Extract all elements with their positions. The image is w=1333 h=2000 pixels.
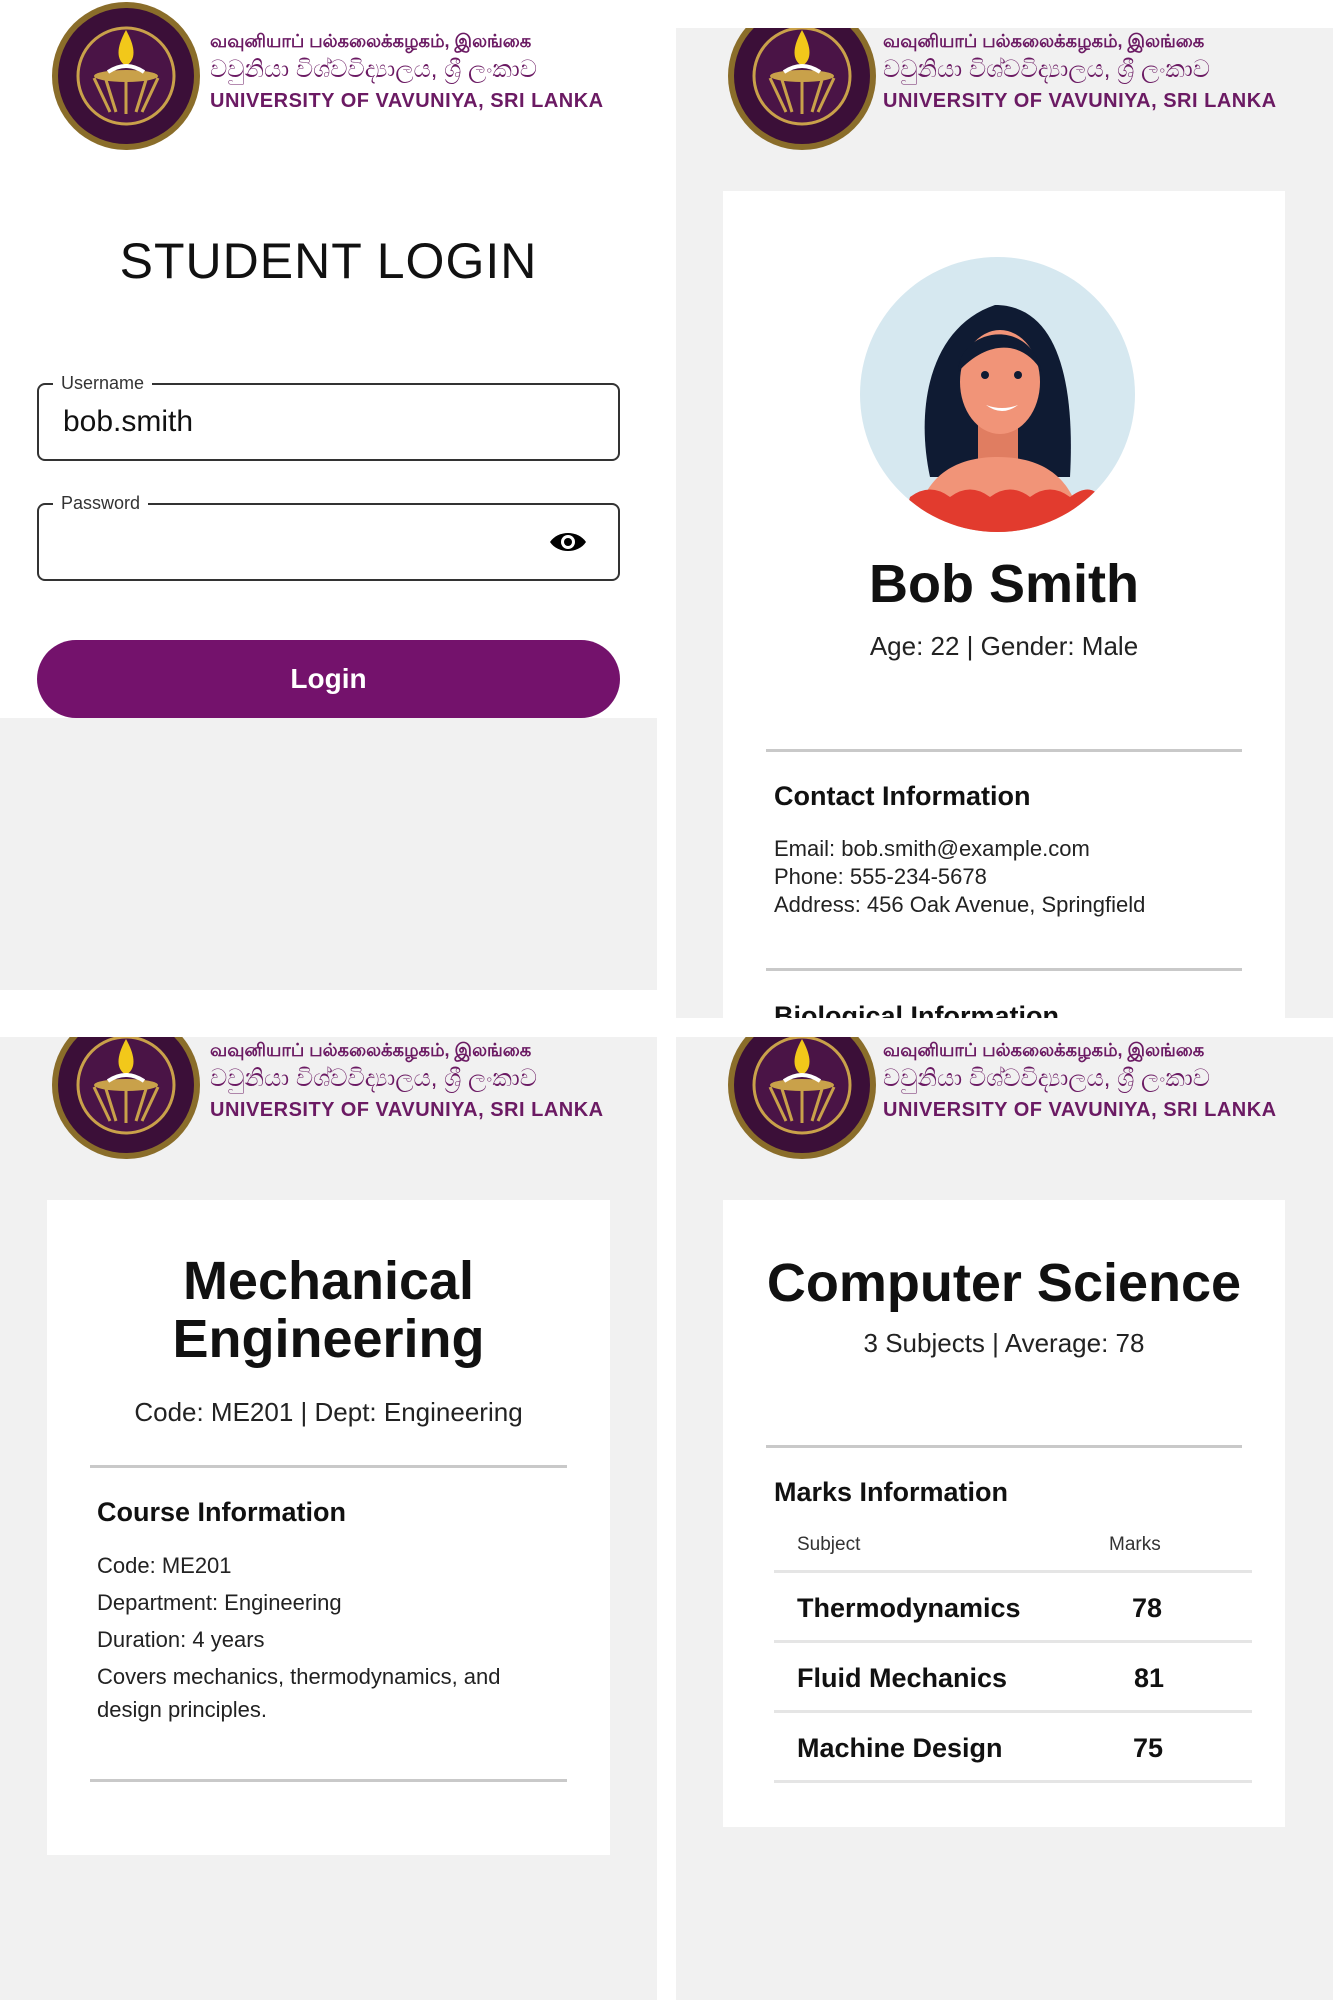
marks-card: Computer Science 3 Subjects | Average: 7… xyxy=(723,1200,1285,1827)
university-name-english: UNIVERSITY OF VAVUNIYA, SRI LANKA xyxy=(883,1099,1277,1121)
password-label: Password xyxy=(53,493,149,514)
login-button[interactable]: Login xyxy=(37,640,620,718)
course-description-line2: design principles. xyxy=(97,1697,267,1722)
course-summary: Code: ME201 | Dept: Engineering xyxy=(134,1397,523,1427)
course-department: Department: Engineering xyxy=(97,1590,342,1615)
page-title: STUDENT LOGIN xyxy=(119,233,538,289)
marks-cell: 75 xyxy=(1133,1733,1164,1763)
subject-cell: Thermodynamics xyxy=(797,1593,1021,1623)
marks-info-title: Marks Information xyxy=(774,1477,1009,1507)
university-logo xyxy=(50,0,202,152)
course-title-line2: Engineering xyxy=(172,1309,485,1369)
course-title-line1: Mechanical xyxy=(182,1251,475,1311)
university-header: வவுனியாப் பல்கலைக்கழகம், இலங்கை වවුනියා … xyxy=(676,28,1333,150)
avatar xyxy=(860,257,1135,532)
course-code: Code: ME201 xyxy=(97,1553,232,1578)
course-description-line1: Covers mechanics, thermodynamics, and xyxy=(97,1664,501,1689)
divider xyxy=(766,1445,1242,1448)
username-input[interactable] xyxy=(63,405,533,439)
table-row: Thermodynamics 78 xyxy=(774,1573,1252,1643)
course-duration: Duration: 4 years xyxy=(97,1627,265,1652)
university-name-english: UNIVERSITY OF VAVUNIYA, SRI LANKA xyxy=(210,1099,604,1121)
course-title: Mechanical Engineering xyxy=(47,1252,610,1368)
marks-table-header: Subject Marks xyxy=(774,1520,1252,1573)
contact-email: Email: bob.smith@example.com xyxy=(774,836,1090,861)
table-row: Fluid Mechanics 81 xyxy=(774,1643,1252,1713)
university-logo xyxy=(726,1037,878,1161)
profile-screen: வவுனியாப் பல்கலைக்கழகம், இலங்கை වවුනියා … xyxy=(676,28,1333,1018)
university-name: வவுனியாப் பல்கலைக்கழகம், இலங்கை වවුනියා … xyxy=(883,1037,1277,1125)
student-summary: Age: 22 | Gender: Male xyxy=(869,631,1139,661)
program-title: Computer Science xyxy=(766,1253,1242,1313)
university-name-sinhala: වවුනියා විශ්වවිද්‍යාලය, ශ්‍රී ලංකාව xyxy=(210,1065,538,1092)
course-screen: வவுனியாப் பல்கலைக்கழகம், இலங்கை වවුනියා … xyxy=(0,1037,657,2000)
university-logo xyxy=(726,28,878,152)
marks-summary: 3 Subjects | Average: 78 xyxy=(863,1328,1145,1358)
university-name-sinhala: වවුනියා විශ්වවිද්‍යාලය, ශ්‍රී ලංකාව xyxy=(883,1065,1211,1092)
marks-table: Subject Marks Thermodynamics 78 Fluid Me… xyxy=(774,1520,1252,1783)
university-logo xyxy=(50,1037,202,1161)
student-name: Bob Smith xyxy=(869,554,1139,614)
university-name: வவுனியாப் பல்கலைக்கழகம், இலங்கை වවුනියා … xyxy=(883,28,1277,116)
university-name-english: UNIVERSITY OF VAVUNIYA, SRI LANKA xyxy=(883,90,1277,112)
university-header: வவுனியாப் பல்கலைக்கழகம், இலங்கை වවුනියා … xyxy=(676,1037,1333,1187)
university-name-sinhala: වවුනියා විශ්වවිද්‍යාලය, ශ්‍රී ලංකාව xyxy=(210,56,538,83)
login-form-area: வவுனியாப் பல்கலைக்கழகம், இலங்கை වවුනියා … xyxy=(0,0,657,718)
university-name-tamil: வவுனியாப் பல்கலைக்கழகம், இலங்கை xyxy=(883,1040,1205,1060)
subject-cell: Fluid Mechanics xyxy=(797,1663,1008,1693)
university-name: வவுனியாப் பல்கலைக்கழகம், இலங்கை වවුනියා … xyxy=(210,1037,604,1125)
column-header-marks: Marks xyxy=(1109,1534,1161,1555)
biological-section-title: Biological Information xyxy=(774,1001,1060,1018)
marks-cell: 81 xyxy=(1134,1663,1165,1693)
divider xyxy=(90,1465,567,1468)
divider xyxy=(90,1779,567,1782)
marks-screen: வவுனியாப் பல்கலைக்கழகம், இலங்கை වවුනියා … xyxy=(676,1037,1333,2000)
eye-icon[interactable] xyxy=(548,529,588,555)
university-name-tamil: வவுனியாப் பல்கலைக்கழகம், இலங்கை xyxy=(210,1040,532,1060)
divider xyxy=(766,749,1242,752)
profile-card: Bob Smith Age: 22 | Gender: Male Contact… xyxy=(723,191,1285,1018)
divider xyxy=(766,968,1242,971)
course-card: Mechanical Engineering Code: ME201 | Dep… xyxy=(47,1200,610,1855)
contact-phone: Phone: 555-234-5678 xyxy=(774,864,987,889)
username-field[interactable]: Username xyxy=(37,373,620,461)
university-name-tamil: வவுனியாப் பல்கலைக்கழகம், இலங்கை xyxy=(210,31,532,51)
marks-cell: 78 xyxy=(1132,1593,1163,1623)
column-header-subject: Subject xyxy=(797,1534,861,1555)
university-name-english: UNIVERSITY OF VAVUNIYA, SRI LANKA xyxy=(210,90,604,112)
university-header: வவுனியாப் பல்கலைக்கழகம், இலங்கை වවුනියා … xyxy=(0,1037,657,1187)
university-name-sinhala: වවුනියා විශ්වවිද්‍යාලය, ශ්‍රී ලංකාව xyxy=(883,56,1211,83)
university-name-tamil: வவுனியாப் பல்கலைக்கழகம், இலங்கை xyxy=(883,31,1205,51)
subject-cell: Machine Design xyxy=(797,1733,1003,1763)
username-label: Username xyxy=(53,373,153,394)
table-row: Machine Design 75 xyxy=(774,1713,1252,1783)
contact-address: Address: 456 Oak Avenue, Springfield xyxy=(774,892,1146,917)
university-header: வவுனியாப் பல்கலைக்கழகம், இலங்கை වවුනියා … xyxy=(0,0,657,150)
login-screen: வவுனியாப் பல்கலைக்கழகம், இலங்கை වවුනියා … xyxy=(0,0,657,990)
password-field[interactable]: Password xyxy=(37,493,620,581)
password-input[interactable] xyxy=(63,525,533,559)
course-info-title: Course Information xyxy=(97,1497,347,1527)
university-name: வவுனியாப் பல்கலைக்கழகம், இலங்கை වවුනියා … xyxy=(210,28,604,116)
contact-section-title: Contact Information xyxy=(774,781,1031,811)
